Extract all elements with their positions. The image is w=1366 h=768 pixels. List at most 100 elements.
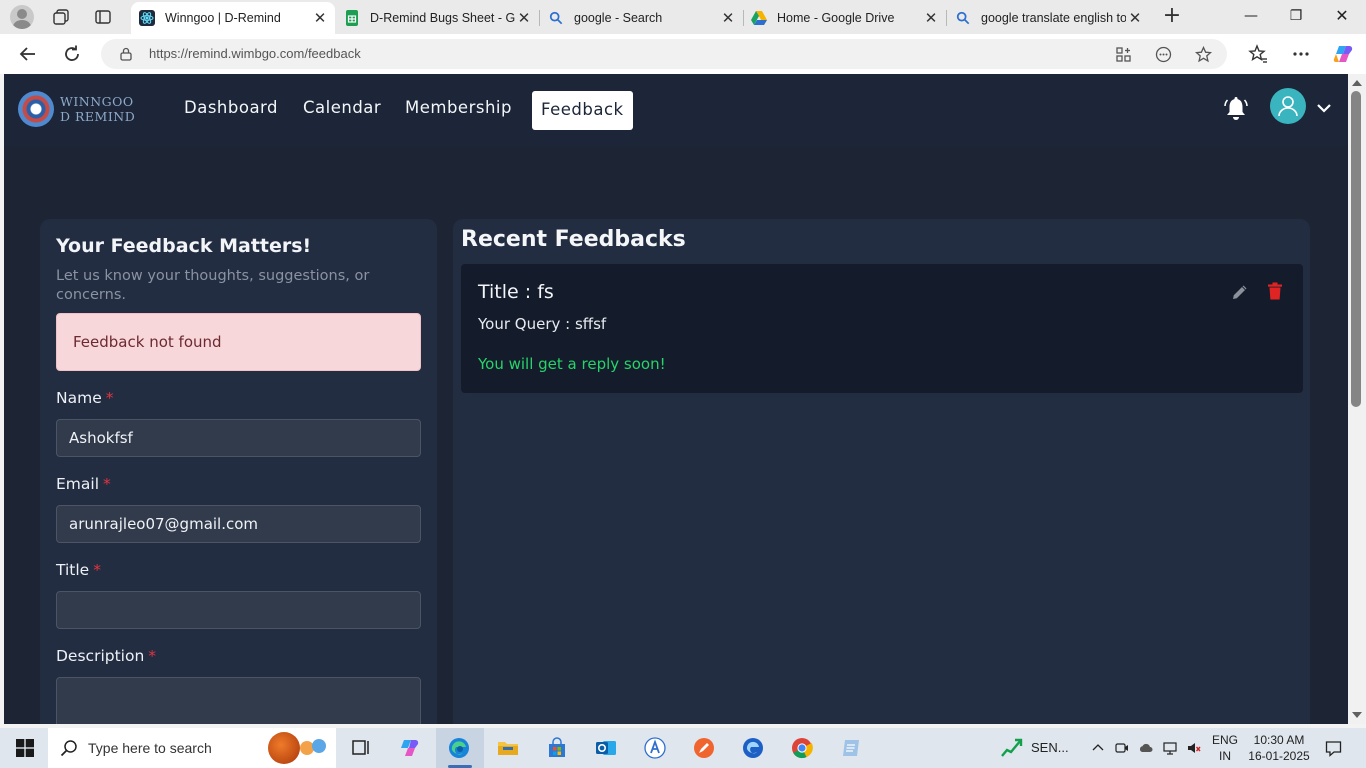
app-launcher-icon[interactable]: [644, 737, 666, 759]
close-tab-icon[interactable]: ✕: [1126, 9, 1144, 27]
stock-chart-icon[interactable]: [1001, 737, 1023, 759]
tab-winngoo[interactable]: Winngoo | D-Remind ✕: [131, 2, 335, 34]
feedback-query: Your Query : sffsf: [478, 315, 607, 333]
close-window-button[interactable]: ✕: [1332, 6, 1352, 26]
tab-google-translate[interactable]: google translate english to ✕: [947, 2, 1150, 34]
chevron-down-icon[interactable]: [1316, 100, 1332, 116]
pen-app-icon[interactable]: [693, 737, 715, 759]
meet-now-icon[interactable]: [1115, 741, 1129, 755]
network-icon[interactable]: [1163, 741, 1177, 755]
tab-title: google translate english to: [981, 11, 1126, 25]
clock-date: 16-01-2025: [1248, 749, 1310, 763]
speaker-muted-icon[interactable]: [1187, 741, 1201, 755]
chrome-icon[interactable]: [791, 737, 813, 759]
close-tab-icon[interactable]: ✕: [719, 9, 737, 27]
tab-bugs-sheet[interactable]: D-Remind Bugs Sheet - Go ✕: [336, 2, 539, 34]
clock-time: 10:30 AM: [1253, 733, 1305, 747]
feedback-title: Title : fs: [478, 281, 554, 303]
edge-profile-icon[interactable]: [742, 737, 764, 759]
restore-button[interactable]: ❐: [1286, 6, 1306, 26]
taskbar-search[interactable]: Type here to search: [48, 728, 336, 768]
stock-ticker[interactable]: SEN...: [1031, 740, 1069, 755]
search-highlight-dot: [312, 739, 326, 753]
scrollbar-thumb[interactable]: [1351, 91, 1361, 407]
back-icon[interactable]: [18, 44, 38, 64]
search-icon: [60, 740, 77, 757]
url-bar[interactable]: https://remind.wimbgo.com/feedback: [101, 39, 1227, 69]
microsoft-store-icon[interactable]: [546, 737, 568, 759]
required-mark: *: [105, 389, 114, 407]
more-actions-icon[interactable]: [1155, 46, 1172, 63]
logo-text[interactable]: WINNGOO D REMIND: [60, 94, 135, 124]
favorites-icon[interactable]: [1248, 44, 1268, 64]
feedback-card: Title : fs Your Query : sffsf You will g…: [461, 264, 1303, 393]
task-view-icon[interactable]: [350, 737, 372, 759]
address-bar-row: https://remind.wimbgo.com/feedback: [0, 34, 1366, 74]
required-mark: *: [103, 475, 111, 493]
search-placeholder: Type here to search: [88, 740, 212, 756]
notifications-icon[interactable]: [1325, 740, 1342, 757]
nav-dashboard[interactable]: Dashboard: [184, 98, 278, 117]
vertical-tabs-icon[interactable]: [94, 8, 112, 26]
tab-title: google - Search: [574, 11, 663, 25]
page-scrollbar[interactable]: [1348, 74, 1366, 724]
notepad-icon[interactable]: [840, 737, 862, 759]
tab-google-drive[interactable]: Home - Google Drive ✕: [743, 2, 946, 34]
windows-start-icon[interactable]: [16, 739, 34, 757]
name-field[interactable]: Ashokfsf: [56, 419, 421, 457]
notification-bell-icon[interactable]: [1224, 96, 1248, 122]
tab-title: D-Remind Bugs Sheet - Go: [370, 11, 515, 25]
url-text[interactable]: https://remind.wimbgo.com/feedback: [149, 46, 361, 61]
required-mark: *: [148, 647, 157, 665]
refresh-icon[interactable]: [62, 44, 82, 64]
chevron-up-icon[interactable]: [1091, 741, 1105, 755]
close-tab-icon[interactable]: ✕: [922, 9, 940, 27]
form-subheading: Let us know your thoughts, suggestions, …: [56, 268, 370, 303]
recent-feedbacks-panel: Recent Feedbacks Title : fs Your Query :…: [453, 219, 1310, 724]
clock[interactable]: 10:30 AM 16-01-2025: [1244, 732, 1314, 764]
nav-calendar[interactable]: Calendar: [303, 98, 381, 117]
copilot-icon[interactable]: [1333, 43, 1355, 65]
email-field[interactable]: arunrajleo07@gmail.com: [56, 505, 421, 543]
description-field[interactable]: [56, 677, 421, 724]
minimize-button[interactable]: —: [1241, 6, 1261, 26]
nav-feedback[interactable]: Feedback: [532, 91, 633, 130]
app-available-icon[interactable]: [1115, 46, 1132, 63]
nav-membership[interactable]: Membership: [405, 98, 512, 117]
feedback-form-panel: Your Feedback Matters! Let us know your …: [40, 219, 437, 724]
browser-tab-strip: Winngoo | D-Remind ✕ D-Remind Bugs Sheet…: [0, 0, 1366, 34]
app-navbar: WINNGOO D REMIND Dashboard Calendar Memb…: [4, 74, 1348, 146]
recent-heading: Recent Feedbacks: [461, 227, 686, 252]
edit-pencil-icon[interactable]: [1231, 283, 1249, 301]
close-tab-icon[interactable]: ✕: [311, 9, 329, 27]
settings-menu-icon[interactable]: [1291, 44, 1311, 64]
favorite-star-icon[interactable]: [1195, 46, 1212, 63]
tab-google-search[interactable]: google - Search ✕: [540, 2, 743, 34]
onedrive-icon[interactable]: [1139, 741, 1153, 755]
edge-browser-icon[interactable]: [448, 737, 470, 759]
web-page: WINNGOO D REMIND Dashboard Calendar Memb…: [4, 74, 1348, 724]
copilot-taskbar-icon[interactable]: [399, 737, 421, 759]
search-icon: [955, 10, 971, 26]
profile-icon[interactable]: [10, 5, 34, 29]
tab-title: Home - Google Drive: [777, 11, 895, 25]
lock-icon[interactable]: [119, 47, 133, 61]
search-icon: [548, 10, 564, 26]
google-sheets-icon: [344, 10, 360, 26]
workspaces-icon[interactable]: [52, 8, 70, 26]
file-explorer-icon[interactable]: [497, 737, 519, 759]
user-icon: [1278, 96, 1298, 117]
avatar[interactable]: [1270, 88, 1306, 124]
close-tab-icon[interactable]: ✕: [515, 9, 533, 27]
email-label: Email *: [56, 475, 111, 493]
language-indicator[interactable]: ENG IN: [1208, 732, 1242, 764]
new-tab-button[interactable]: +: [1160, 5, 1184, 29]
title-field[interactable]: [56, 591, 421, 629]
winngoo-logo[interactable]: [18, 91, 54, 127]
delete-trash-icon[interactable]: [1267, 282, 1283, 300]
react-atom-icon: [139, 10, 155, 26]
search-highlight-icon: [268, 732, 300, 764]
required-mark: *: [93, 561, 101, 579]
outlook-icon[interactable]: [595, 737, 617, 759]
google-drive-icon: [751, 10, 767, 26]
